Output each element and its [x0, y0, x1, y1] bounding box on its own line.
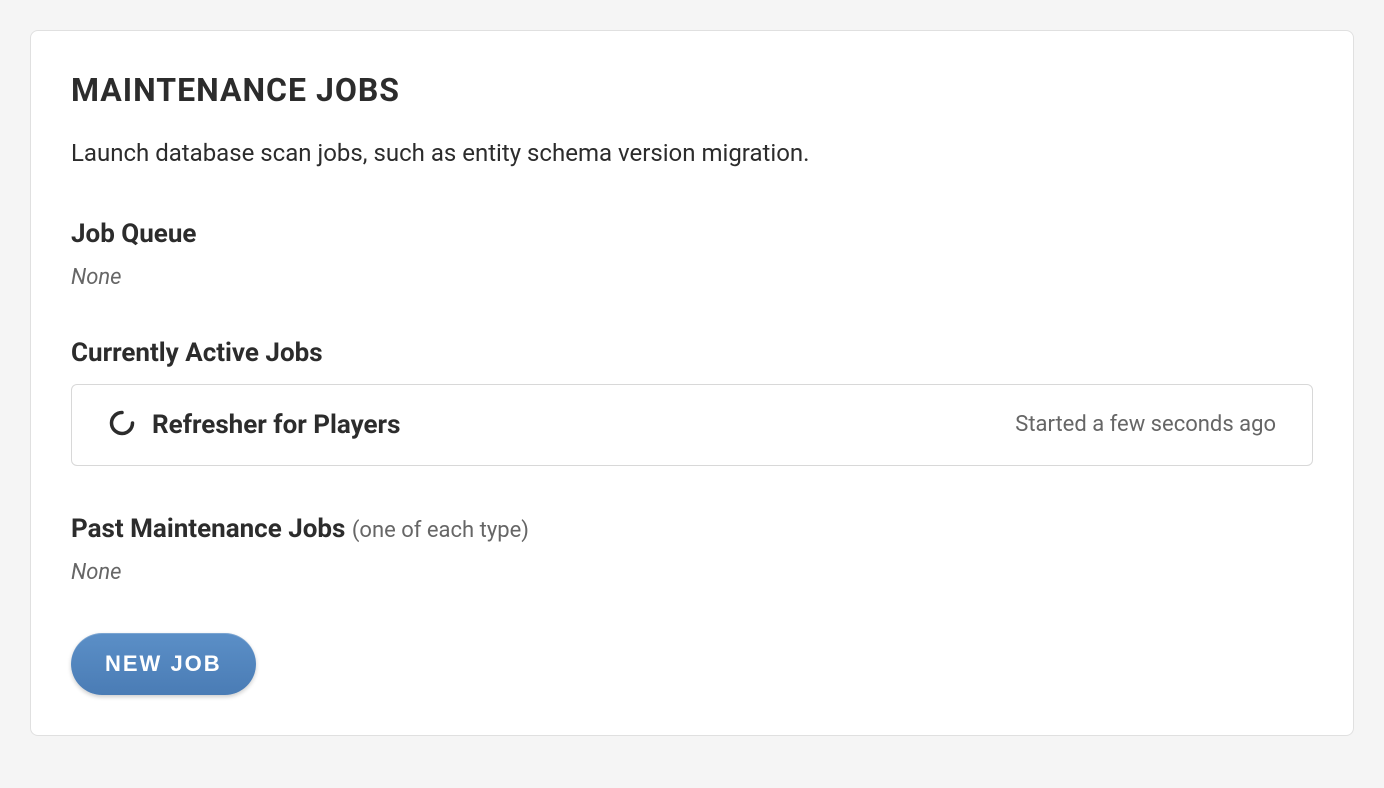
active-jobs-section: Currently Active Jobs Refresher for Play… [71, 338, 1313, 466]
new-job-button[interactable]: NEW JOB [71, 633, 256, 695]
past-jobs-heading: Past Maintenance Jobs (one of each type) [71, 514, 1313, 544]
past-jobs-heading-text: Past Maintenance Jobs [71, 514, 345, 544]
maintenance-jobs-card: MAINTENANCE JOBS Launch database scan jo… [30, 30, 1354, 736]
page-description: Launch database scan jobs, such as entit… [71, 137, 1313, 171]
active-job-left: Refresher for Players [108, 409, 400, 441]
job-queue-empty: None [71, 265, 1313, 290]
active-jobs-heading: Currently Active Jobs [71, 338, 1313, 368]
past-jobs-empty: None [71, 560, 1313, 585]
active-job-row: Refresher for Players Started a few seco… [71, 384, 1313, 466]
past-jobs-section: Past Maintenance Jobs (one of each type)… [71, 514, 1313, 585]
past-jobs-subtext: (one of each type) [352, 518, 529, 543]
spinner-icon [108, 409, 136, 441]
job-queue-section: Job Queue None [71, 219, 1313, 290]
page-title: MAINTENANCE JOBS [71, 71, 1313, 109]
job-queue-heading: Job Queue [71, 219, 1313, 249]
active-job-name: Refresher for Players [152, 410, 400, 440]
active-job-status: Started a few seconds ago [1015, 412, 1276, 437]
